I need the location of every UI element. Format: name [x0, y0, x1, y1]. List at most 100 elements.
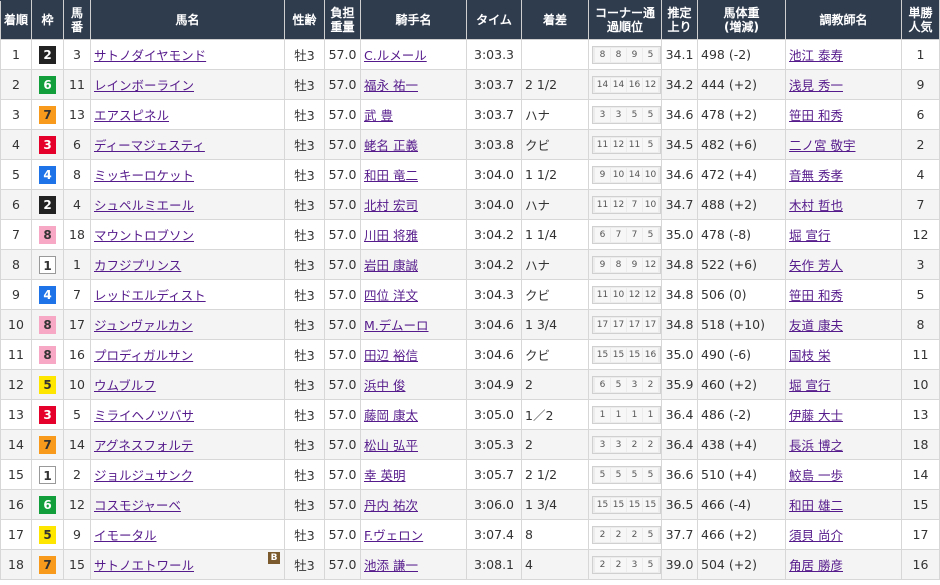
- waku-cell: 3: [31, 129, 64, 160]
- trainer-link[interactable]: 鮫島 一歩: [789, 468, 843, 483]
- trainer-link[interactable]: 角居 勝彦: [789, 558, 843, 573]
- trainer-link[interactable]: 堀 宣行: [789, 228, 830, 243]
- header-horse[interactable]: 馬名: [90, 0, 285, 40]
- trainer-link[interactable]: 木村 哲也: [789, 198, 843, 213]
- header-popularity[interactable]: 単勝人気: [901, 0, 940, 40]
- jockey-link[interactable]: 福永 祐一: [364, 78, 418, 93]
- waku-cell: 4: [31, 279, 64, 310]
- trainer-link[interactable]: 堀 宣行: [789, 378, 830, 393]
- header-corners[interactable]: コーナー通過順位: [588, 0, 662, 40]
- horse-name-link[interactable]: カフジプリンス: [94, 258, 181, 273]
- corner-cell: 17 17 17 17: [588, 309, 662, 340]
- popularity-cell: 5: [901, 279, 940, 310]
- jockey-link[interactable]: 幸 英明: [364, 468, 405, 483]
- header-jockey[interactable]: 騎手名: [360, 0, 467, 40]
- trainer-link[interactable]: 長浜 博之: [789, 438, 843, 453]
- header-waku[interactable]: 枠: [31, 0, 64, 40]
- trainer-link[interactable]: 浅見 秀一: [789, 78, 843, 93]
- corner-position: 14: [627, 168, 642, 182]
- waku-cell: 1: [31, 249, 64, 280]
- weight-cell: 57.0: [324, 159, 361, 190]
- jockey-link[interactable]: F.ヴェロン: [364, 528, 423, 543]
- header-bodyweight[interactable]: 馬体重(増減): [697, 0, 786, 40]
- horse-name-link[interactable]: ジュンヴァルカン: [94, 318, 193, 333]
- jockey-link[interactable]: 藤岡 康太: [364, 408, 418, 423]
- horse-name-link[interactable]: ジョルジュサンク: [94, 468, 193, 483]
- trainer-link[interactable]: 二ノ宮 敬宇: [789, 138, 855, 153]
- header-sexage[interactable]: 性齢: [284, 0, 325, 40]
- corner-position: 3: [595, 108, 610, 122]
- horse-name-link[interactable]: イモータル: [94, 528, 157, 543]
- horse-name-link[interactable]: シュペルミエール: [94, 198, 194, 213]
- header-margin[interactable]: 着差: [521, 0, 589, 40]
- jockey-cell: 藤岡 康太: [360, 399, 467, 430]
- horse-name-link[interactable]: ミライヘノツバサ: [94, 408, 194, 423]
- jockey-link[interactable]: 川田 将雅: [364, 228, 418, 243]
- jockey-link[interactable]: C.ルメール: [364, 48, 427, 63]
- table-row: 6 2 4 シュペルミエール 牡3 57.0 北村 宏司 3:04.0 ハナ 11 12 7 10 34.…: [0, 189, 940, 220]
- trainer-link[interactable]: 笹田 和秀: [789, 288, 843, 303]
- jockey-link[interactable]: M.デムーロ: [364, 318, 429, 333]
- header-time[interactable]: タイム: [466, 0, 522, 40]
- jockey-link[interactable]: 和田 竜二: [364, 168, 418, 183]
- corner-position: 12: [643, 78, 658, 92]
- rank-cell: 11: [0, 339, 32, 370]
- popularity-cell: 15: [901, 489, 940, 520]
- margin-cell: [521, 39, 589, 70]
- trainer-link[interactable]: 伊藤 大士: [789, 408, 843, 423]
- bodyweight-cell: 506 (0): [697, 279, 786, 310]
- trainer-link[interactable]: 国枝 栄: [789, 348, 830, 363]
- jockey-link[interactable]: 岩田 康誠: [364, 258, 418, 273]
- jockey-link[interactable]: 松山 弘平: [364, 438, 418, 453]
- jockey-link[interactable]: 北村 宏司: [364, 198, 418, 213]
- header-number[interactable]: 馬番: [63, 0, 91, 40]
- jockey-link[interactable]: 蛯名 正義: [364, 138, 418, 153]
- trainer-link[interactable]: 矢作 芳人: [789, 258, 843, 273]
- corner-position: 10: [611, 168, 626, 182]
- sex-age-cell: 牡3: [284, 279, 325, 310]
- header-number-label: 馬番: [70, 6, 83, 34]
- horse-name-link[interactable]: レッドエルディスト: [94, 288, 206, 303]
- corner-position: 7: [627, 228, 642, 242]
- jockey-link[interactable]: 丹内 祐次: [364, 498, 418, 513]
- corner-positions: 15 15 15 15: [592, 496, 661, 514]
- horse-name-link[interactable]: コスモジャーベ: [94, 498, 181, 513]
- trainer-link[interactable]: 池江 泰寿: [789, 48, 843, 63]
- waku-badge: 5: [39, 525, 56, 544]
- jockey-link[interactable]: 池添 謙一: [364, 558, 418, 573]
- header-weight[interactable]: 負担重量: [324, 0, 361, 40]
- trainer-link[interactable]: 須貝 尚介: [789, 528, 843, 543]
- weight-cell: 57.0: [324, 249, 361, 280]
- corner-position: 17: [643, 318, 658, 332]
- corner-position: 5: [627, 468, 642, 482]
- rank-cell: 4: [0, 129, 32, 160]
- horse-name-link[interactable]: マウントロブソン: [94, 228, 194, 243]
- jockey-link[interactable]: 武 豊: [364, 108, 393, 123]
- horse-name-link[interactable]: プロディガルサン: [94, 348, 193, 363]
- trainer-link[interactable]: 友道 康夫: [789, 318, 843, 333]
- corner-position: 3: [611, 438, 626, 452]
- horse-name-link[interactable]: ミッキーロケット: [94, 168, 194, 183]
- horse-name-link[interactable]: アグネスフォルテ: [94, 438, 193, 453]
- header-rank[interactable]: 着順: [0, 0, 32, 40]
- margin-cell: 2 1/2: [521, 459, 589, 490]
- trainer-link[interactable]: 音無 秀孝: [789, 168, 843, 183]
- horse-name-link[interactable]: サトノエトワール: [94, 558, 194, 573]
- trainer-link[interactable]: 和田 雄二: [789, 498, 843, 513]
- popularity-cell: 10: [901, 369, 940, 400]
- horse-name-link[interactable]: ウムブルフ: [94, 378, 156, 393]
- jockey-link[interactable]: 田辺 裕信: [364, 348, 418, 363]
- horse-name-link[interactable]: レインボーライン: [94, 78, 194, 93]
- horse-name-link[interactable]: エアスピネル: [94, 108, 169, 123]
- jockey-link[interactable]: 浜中 俊: [364, 378, 405, 393]
- waku-badge: 8: [39, 225, 56, 244]
- horse-name-link[interactable]: ディーマジェスティ: [94, 138, 205, 153]
- trainer-link[interactable]: 笹田 和秀: [789, 108, 843, 123]
- horse-name-link[interactable]: サトノダイヤモンド: [94, 48, 206, 63]
- bodyweight-cell: 482 (+6): [697, 129, 786, 160]
- header-trainer[interactable]: 調教師名: [785, 0, 902, 40]
- header-last3f[interactable]: 推定上り: [661, 0, 698, 40]
- jockey-link[interactable]: 四位 洋文: [364, 288, 418, 303]
- margin-cell: 1／2: [521, 399, 589, 430]
- bodyweight-cell: 466 (+2): [697, 519, 786, 550]
